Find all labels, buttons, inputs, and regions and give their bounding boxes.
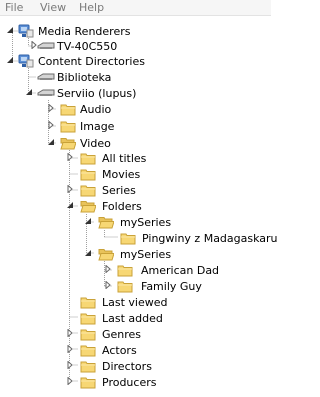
folder-icon (80, 150, 96, 166)
tree-label: Last viewed (102, 296, 168, 309)
expand-arrow-icon[interactable] (104, 262, 113, 278)
tree-view[interactable]: Media Renderers TV-40C550 Content Direct… (0, 16, 278, 397)
tree-label: Pingwiny z Madagaskaru (142, 232, 278, 245)
expand-arrow-icon[interactable] (66, 358, 75, 374)
folder-icon (80, 182, 96, 198)
collapse-arrow-icon[interactable] (84, 246, 93, 262)
collapse-arrow-icon[interactable] (84, 214, 93, 230)
tree-node-content-directories[interactable]: Content Directories (0, 53, 271, 69)
tree-node-folders[interactable]: Folders (0, 198, 271, 214)
folder-icon (60, 118, 76, 134)
expand-arrow-icon[interactable] (66, 342, 75, 358)
menu-view[interactable]: View (40, 1, 66, 14)
expand-arrow-icon[interactable] (104, 278, 113, 294)
folder-open-icon (80, 198, 96, 214)
tree-node-serviio[interactable]: Serviio (lupus) (0, 85, 271, 101)
tree-node-family-guy[interactable]: Family Guy (0, 278, 271, 294)
folder-icon (80, 310, 96, 326)
tree-node-genres[interactable]: Genres (0, 326, 271, 342)
collapse-arrow-icon[interactable] (47, 135, 56, 151)
expand-arrow-icon[interactable] (47, 118, 56, 134)
tree-node-media-renderers[interactable]: Media Renderers (0, 23, 271, 39)
tree-node-tv[interactable]: TV-40C550 (0, 38, 271, 54)
tree-node-audio[interactable]: Audio (0, 101, 271, 117)
tree-label: Last added (102, 312, 163, 325)
folder-icon (80, 326, 96, 342)
tree-label: Biblioteka (57, 71, 112, 84)
tree-node-image[interactable]: Image (0, 118, 271, 134)
folder-icon (80, 294, 96, 310)
menu-bar: File View Help (0, 0, 271, 16)
collapse-arrow-icon[interactable] (6, 53, 15, 69)
folder-open-icon (98, 246, 114, 262)
folder-open-icon (60, 135, 76, 151)
folder-icon (80, 166, 96, 182)
tree-label: mySeries (120, 248, 172, 261)
tree-label: Directors (102, 360, 152, 373)
tree-node-series[interactable]: Series (0, 182, 271, 198)
collapse-arrow-icon[interactable] (25, 85, 34, 101)
tree-node-movies[interactable]: Movies (0, 166, 271, 182)
network-icon (18, 53, 34, 69)
folder-open-icon (98, 214, 114, 230)
folder-icon (117, 278, 133, 294)
collapse-arrow-icon[interactable] (66, 198, 75, 214)
tree-label: Actors (102, 344, 137, 357)
tree-node-video[interactable]: Video (0, 135, 271, 151)
network-icon (18, 23, 34, 39)
menu-file[interactable]: File (5, 1, 23, 14)
tree-node-directors[interactable]: Directors (0, 358, 271, 374)
device-icon (37, 69, 55, 85)
expand-arrow-icon[interactable] (66, 150, 75, 166)
tree-label: Family Guy (141, 280, 202, 293)
tree-node-biblioteka[interactable]: Biblioteka (0, 69, 271, 85)
tree-node-last-added[interactable]: Last added (0, 310, 271, 326)
tree-label: Folders (102, 200, 142, 213)
tree-node-american-dad[interactable]: American Dad (0, 262, 271, 278)
collapse-arrow-icon[interactable] (6, 23, 15, 39)
tree-node-last-viewed[interactable]: Last viewed (0, 294, 271, 310)
tree-label: Serviio (lupus) (57, 87, 137, 100)
device-icon (37, 85, 55, 101)
tree-label: Genres (102, 328, 142, 341)
folder-icon (60, 101, 76, 117)
folder-icon (120, 230, 136, 246)
tree-node-actors[interactable]: Actors (0, 342, 271, 358)
tree-label: TV-40C550 (57, 40, 118, 53)
tree-label: All titles (102, 152, 147, 165)
expand-arrow-icon[interactable] (47, 101, 56, 117)
tree-label: mySeries (120, 216, 172, 229)
tree-label: Series (102, 184, 136, 197)
tree-node-pingwiny[interactable]: Pingwiny z Madagaskaru (0, 230, 278, 246)
menu-help[interactable]: Help (79, 1, 104, 14)
tree-node-myseries-1[interactable]: mySeries (0, 214, 271, 230)
folder-icon (80, 342, 96, 358)
tree-node-producers[interactable]: Producers (0, 374, 271, 390)
tree-label: Media Renderers (38, 25, 131, 38)
tree-label: Image (80, 120, 115, 133)
tree-label: Movies (102, 168, 141, 181)
tree-label: Audio (80, 103, 112, 116)
expand-arrow-icon[interactable] (66, 182, 75, 198)
folder-icon (80, 358, 96, 374)
tree-label: Video (80, 137, 111, 150)
device-icon (37, 38, 55, 54)
expand-arrow-icon[interactable] (66, 374, 75, 390)
expand-arrow-icon[interactable] (66, 326, 75, 342)
tree-node-all-titles[interactable]: All titles (0, 150, 271, 166)
folder-icon (80, 374, 96, 390)
tree-label: Content Directories (38, 55, 145, 68)
folder-icon (117, 262, 133, 278)
tree-node-myseries-2[interactable]: mySeries (0, 246, 271, 262)
tree-label: American Dad (141, 264, 220, 277)
tree-label: Producers (102, 376, 157, 389)
